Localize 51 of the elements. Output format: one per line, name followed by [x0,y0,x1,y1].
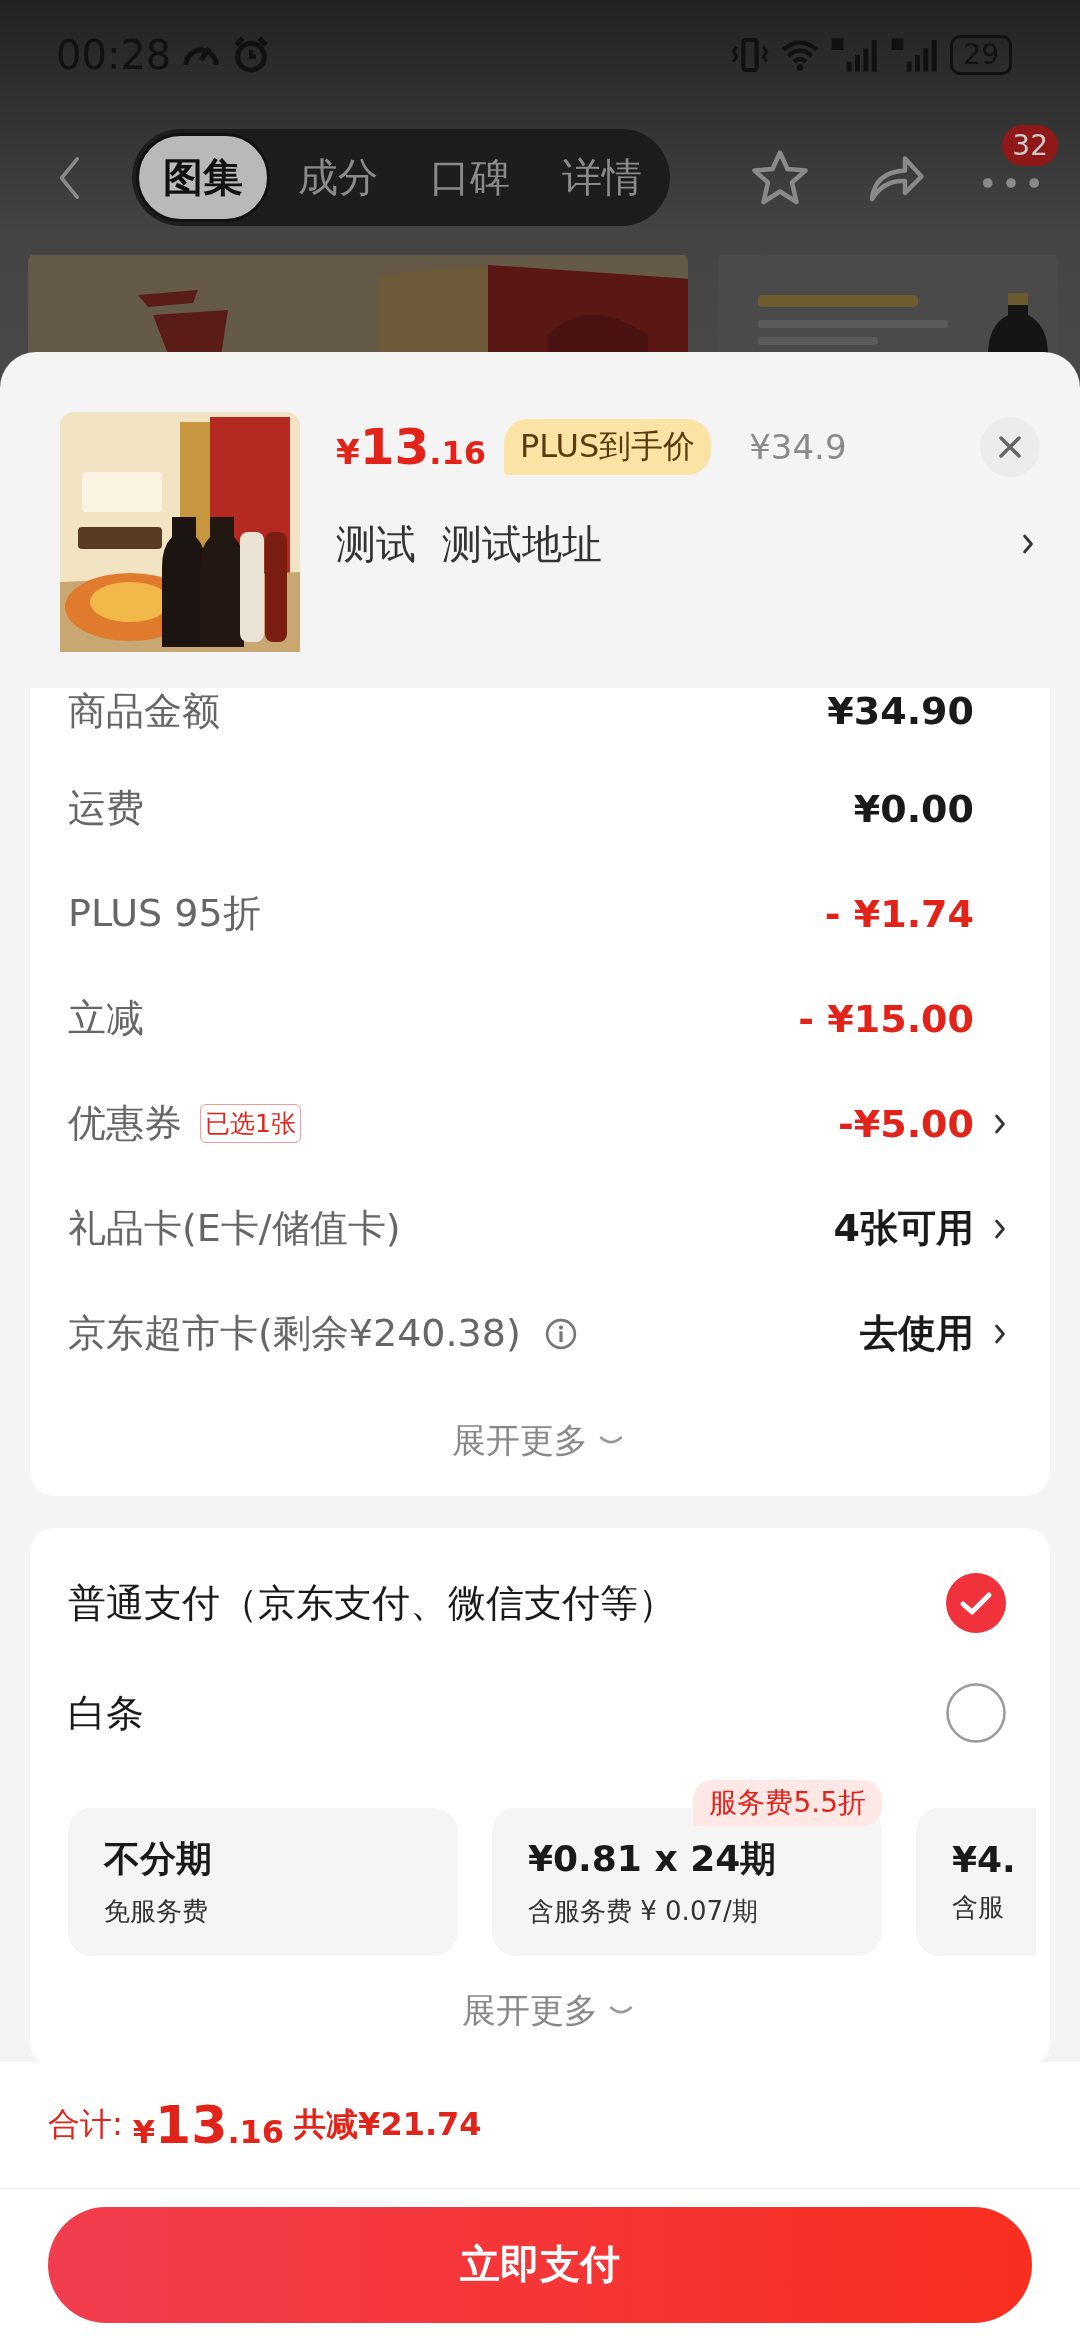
selected-tag: 已选1张 [200,1104,301,1143]
radio-button[interactable] [946,1683,1006,1743]
amount: - ¥1.74 [824,891,974,936]
more-icon[interactable] [982,176,1040,189]
tab[interactable]: 图集 [136,133,270,222]
notification-badge: 32 [1002,124,1058,166]
plan-title: ¥4. [952,1839,1017,1880]
installment-option[interactable]: ¥4. 含服 [916,1808,1036,1956]
row-label: 商品金额 [68,688,220,735]
payment-option[interactable]: 普通支付（京东支付、微信支付等） [68,1577,676,1629]
amount: ¥34.90 [827,689,974,733]
plan-title: 不分期 [104,1837,213,1881]
row-label: PLUS 95折 [68,890,261,937]
checked-radio[interactable] [946,1573,1006,1633]
saving-amount: 共减¥21.74 [294,2104,482,2145]
row-label: 京东超市卡(剩余¥240.38) [68,1310,521,1357]
amount: - ¥15.00 [798,996,974,1041]
chevron-icon [1020,532,1036,556]
row-label: 优惠券 [68,1100,182,1147]
back-icon[interactable] [58,155,82,200]
installment-option[interactable]: 不分期 免服务费 [68,1808,458,1956]
vibrate-icon [730,35,771,75]
total-price: ¥13.16 [132,2095,285,2155]
tab[interactable]: 口碑 [406,136,534,219]
plan-title: ¥0.81 x 24期 [528,1837,778,1881]
price-tag: PLUS到手价 [503,419,712,475]
recipient-name: 测试 [336,519,416,569]
amount: -¥5.00 [838,1101,974,1146]
discount-badge: 服务费5.5折 [693,1780,882,1826]
amount: 4张可用 [833,1205,974,1252]
total-label: 合计: [48,2104,123,2145]
expand-link[interactable]: 展开更多 [452,1418,588,1464]
tab[interactable]: 成分 [274,136,402,219]
plan-note: 含服 [952,1891,1005,1924]
payment-option[interactable]: 白条 [68,1687,144,1739]
expand-link[interactable]: 展开更多 [462,1988,598,2034]
plan-note: 免服务费 [104,1895,209,1928]
tab[interactable]: 详情 [538,136,666,219]
close-icon[interactable] [980,417,1040,477]
sale-price: ¥13.16 [336,418,486,476]
original-price: ¥34.9 [749,427,847,467]
pay-button[interactable]: 立即支付 [48,2206,1032,2323]
plan-note: 含服务费 ¥ 0.07/期 [528,1895,759,1928]
address-row[interactable]: 测试 测试地址 [336,504,1040,584]
amount: 去使用 [860,1310,974,1357]
amount: ¥0.00 [853,786,974,831]
info-icon[interactable] [544,1317,577,1350]
row-label: 礼品卡(E卡/储值卡) [68,1205,401,1252]
row-label: 立减 [68,995,144,1042]
address-text: 测试地址 [442,519,602,569]
row-label: 运费 [68,785,144,832]
